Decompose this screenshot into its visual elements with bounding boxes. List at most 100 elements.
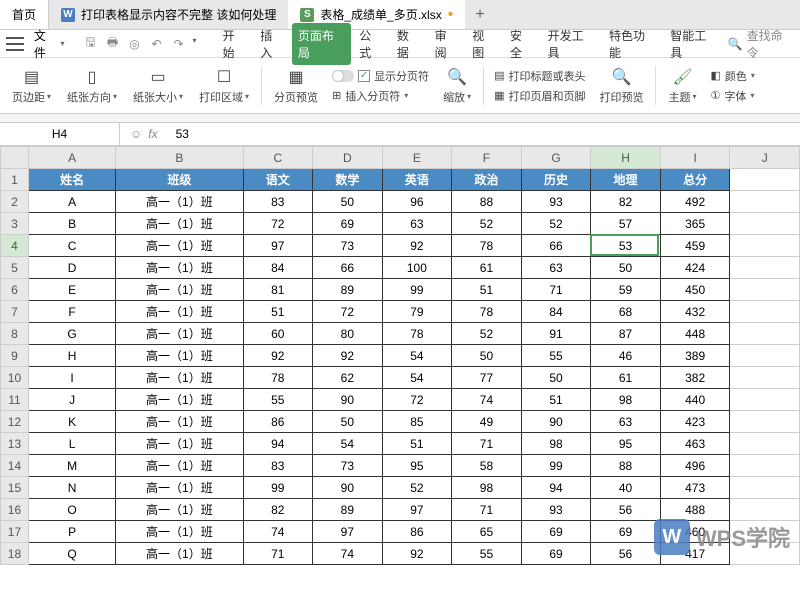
paper-size-button[interactable]: ▭ 纸张大小▾	[127, 62, 189, 109]
cell[interactable]: 59	[591, 279, 661, 301]
cell[interactable]: 95	[382, 455, 452, 477]
row-header[interactable]: 13	[1, 433, 29, 455]
row-header[interactable]: 2	[1, 191, 29, 213]
cell[interactable]: 73	[313, 455, 383, 477]
ribbon-tab-pagelayout[interactable]: 页面布局	[292, 23, 351, 65]
formula-input[interactable]: 53	[168, 127, 800, 141]
row-header[interactable]: 16	[1, 499, 29, 521]
cell[interactable]	[730, 455, 800, 477]
cell[interactable]: 61	[591, 367, 661, 389]
cell[interactable]: 84	[521, 301, 591, 323]
header-cell[interactable]: 历史	[521, 169, 591, 191]
cell[interactable]: 63	[521, 257, 591, 279]
cell[interactable]: 56	[591, 499, 661, 521]
cell[interactable]: 365	[660, 213, 730, 235]
cell[interactable]: 高一（1）班	[116, 213, 243, 235]
row-header[interactable]: 6	[1, 279, 29, 301]
zoom-button[interactable]: 🔍 缩放▾	[437, 62, 477, 109]
fx-label[interactable]: fx	[148, 127, 157, 141]
cell[interactable]: K	[28, 411, 115, 433]
preview-icon[interactable]: ◎	[127, 36, 143, 52]
header-cell[interactable]: 政治	[452, 169, 522, 191]
cell[interactable]: 高一（1）班	[116, 521, 243, 543]
spreadsheet-grid[interactable]: ABCDEFGHIJ1姓名班级语文数学英语政治历史地理总分2A高一（1）班835…	[0, 146, 800, 565]
qat-dropdown-icon[interactable]: ▾	[193, 36, 197, 52]
cell[interactable]: 88	[591, 455, 661, 477]
cell[interactable]: P	[28, 521, 115, 543]
cell[interactable]: 99	[243, 477, 313, 499]
cell[interactable]: 94	[243, 433, 313, 455]
cell[interactable]: 82	[591, 191, 661, 213]
cell[interactable]: 98	[591, 389, 661, 411]
margin-button[interactable]: ▤ 页边距▾	[6, 62, 57, 109]
header-cell[interactable]: 地理	[591, 169, 661, 191]
cell[interactable]	[730, 499, 800, 521]
hamburger-menu-icon[interactable]	[6, 37, 24, 51]
tab-add-button[interactable]: +	[465, 6, 494, 24]
cell[interactable]: 99	[521, 455, 591, 477]
cell[interactable]: 95	[591, 433, 661, 455]
cell[interactable]: 高一（1）班	[116, 279, 243, 301]
cell[interactable]: 92	[382, 543, 452, 565]
row-header[interactable]: 4	[1, 235, 29, 257]
cell[interactable]: 49	[452, 411, 522, 433]
header-cell[interactable]: 总分	[660, 169, 730, 191]
cell[interactable]: G	[28, 323, 115, 345]
cell[interactable]: 50	[591, 257, 661, 279]
header-cell[interactable]: 数学	[313, 169, 383, 191]
cell[interactable]	[730, 301, 800, 323]
cell[interactable]: 98	[452, 477, 522, 499]
ribbon-tab-data[interactable]: 数据	[391, 23, 427, 65]
cell[interactable]	[730, 323, 800, 345]
cell[interactable]: 89	[313, 279, 383, 301]
cell[interactable]: 高一（1）班	[116, 389, 243, 411]
cell[interactable]: 50	[452, 345, 522, 367]
cell[interactable]: 46	[591, 345, 661, 367]
row-header[interactable]: 14	[1, 455, 29, 477]
name-box[interactable]: H4	[0, 123, 120, 145]
cell[interactable]: 97	[243, 235, 313, 257]
header-cell[interactable]: 语文	[243, 169, 313, 191]
cell[interactable]: 382	[660, 367, 730, 389]
cell[interactable]: 53	[591, 235, 661, 257]
cell[interactable]: 72	[382, 389, 452, 411]
cell[interactable]: 92	[313, 345, 383, 367]
save-icon[interactable]: 🖫	[83, 36, 99, 52]
command-search[interactable]: 🔍 查找命令	[728, 27, 794, 61]
cell[interactable]: A	[28, 191, 115, 213]
row-header[interactable]: 3	[1, 213, 29, 235]
cell[interactable]: 40	[591, 477, 661, 499]
cell[interactable]: 66	[313, 257, 383, 279]
cell[interactable]: 98	[521, 433, 591, 455]
cell[interactable]: N	[28, 477, 115, 499]
cell[interactable]: 51	[243, 301, 313, 323]
cell[interactable]: 88	[452, 191, 522, 213]
cell[interactable]: 78	[243, 367, 313, 389]
cell[interactable]: 50	[313, 411, 383, 433]
font-button[interactable]: ① 字体 ▾	[711, 88, 755, 104]
cell[interactable]: 92	[382, 235, 452, 257]
cell[interactable]: 92	[243, 345, 313, 367]
cell[interactable]: 63	[591, 411, 661, 433]
cell[interactable]	[730, 411, 800, 433]
row-header[interactable]: 5	[1, 257, 29, 279]
cell[interactable]: 72	[313, 301, 383, 323]
row-header[interactable]: 15	[1, 477, 29, 499]
cell[interactable]: 69	[521, 543, 591, 565]
show-breaks-toggle[interactable]: ✓ 显示分页符	[332, 68, 429, 84]
cell[interactable]: 高一（1）班	[116, 345, 243, 367]
cell[interactable]: 93	[521, 191, 591, 213]
cell[interactable]: 96	[382, 191, 452, 213]
cell[interactable]: C	[28, 235, 115, 257]
theme-button[interactable]: 🖌 主题▾	[662, 62, 702, 109]
cell[interactable]: 60	[243, 323, 313, 345]
row-header[interactable]: 17	[1, 521, 29, 543]
cell[interactable]: 473	[660, 477, 730, 499]
cell[interactable]: 51	[521, 389, 591, 411]
cell[interactable]: 52	[452, 213, 522, 235]
cell[interactable]	[730, 367, 800, 389]
cell[interactable]: 63	[382, 213, 452, 235]
cell[interactable]: 93	[521, 499, 591, 521]
redo-icon[interactable]: ↷	[171, 36, 187, 52]
cell[interactable]: 71	[452, 433, 522, 455]
